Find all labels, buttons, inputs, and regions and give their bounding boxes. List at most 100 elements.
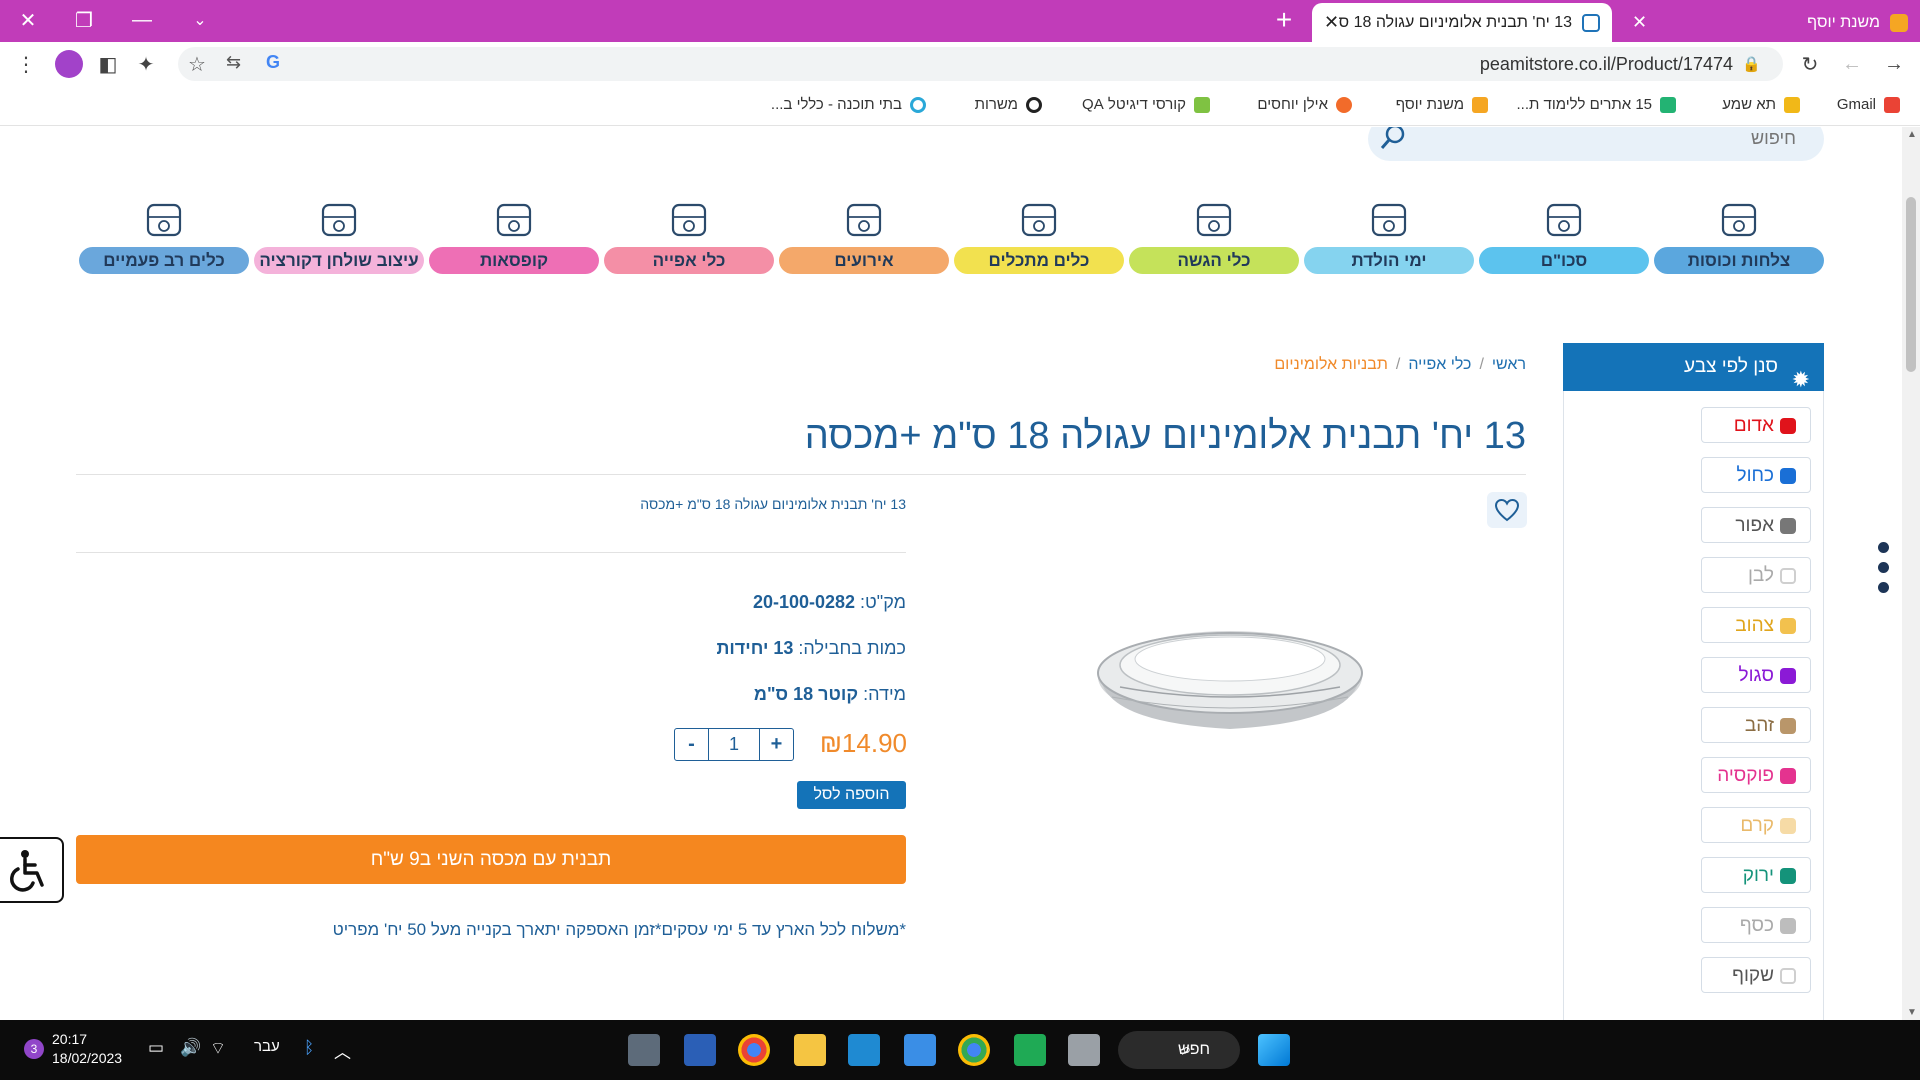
category-label[interactable]: עיצוב שולחן דקורציה: [254, 247, 424, 274]
new-tab-button[interactable]: +: [1266, 6, 1302, 36]
restore-window-icon[interactable]: ❐: [64, 6, 104, 34]
category-cupcake[interactable]: כלי אפייה: [604, 197, 774, 274]
tray-chevron-icon[interactable]: ︿: [334, 1038, 351, 1063]
mail-icon[interactable]: [904, 1034, 936, 1066]
minimize-window-icon[interactable]: —: [122, 6, 162, 34]
category-label[interactable]: כלי הגשה: [1129, 247, 1299, 274]
bluetooth-icon[interactable]: ᛒ: [304, 1038, 314, 1058]
reload-icon[interactable]: ↻: [1796, 50, 1824, 78]
language-indicator[interactable]: עבר: [254, 1038, 280, 1055]
breadcrumb-home[interactable]: ראשי: [1492, 356, 1526, 373]
category-boxes[interactable]: קופסאות: [429, 197, 599, 274]
category-leaves[interactable]: כלים מתכלים: [954, 197, 1124, 274]
site-search[interactable]: [1368, 127, 1824, 161]
category-label[interactable]: כלים מתכלים: [954, 247, 1124, 274]
color-filter-item[interactable]: צהוב: [1701, 607, 1811, 643]
side-panel-icon[interactable]: ◧: [94, 50, 122, 78]
chat-icon[interactable]: [1014, 1034, 1046, 1066]
chrome-profile-icon[interactable]: [958, 1034, 990, 1066]
promo-banner[interactable]: תבנית עם מכסה השני ב9 ש"ח: [76, 835, 906, 884]
category-serving-dome[interactable]: כלי הגשה: [1129, 197, 1299, 274]
wishlist-button[interactable]: [1487, 492, 1527, 528]
bookmark-software-houses[interactable]: בתי תוכנה - כללי ב...: [771, 96, 926, 113]
category-containers[interactable]: כלים רב פעמיים: [79, 197, 249, 274]
clock[interactable]: 20:17 18/02/2023: [52, 1030, 122, 1068]
scroll-down-icon[interactable]: ▼: [1907, 1007, 1917, 1018]
category-label[interactable]: כלי אפייה: [604, 247, 774, 274]
forward-icon[interactable]: ←: [1838, 50, 1866, 78]
tab-inactive[interactable]: משנת יוסף ✕: [1620, 3, 1920, 42]
category-balloons[interactable]: ימי הולדת: [1304, 197, 1474, 274]
url-text[interactable]: peamitstore.co.il/Product/17474: [1480, 54, 1733, 75]
menu-kebab-icon[interactable]: ⋮: [12, 50, 40, 78]
quantity-increase-button[interactable]: +: [760, 729, 793, 760]
google-icon[interactable]: G: [266, 52, 280, 73]
address-bar[interactable]: peamitstore.co.il/Product/17474 🔒 ☆ ⇆ G: [178, 47, 1783, 81]
category-label[interactable]: קופסאות: [429, 247, 599, 274]
color-filter-item[interactable]: לבן: [1701, 557, 1811, 593]
color-filter-item[interactable]: כסף: [1701, 907, 1811, 943]
category-cup-plate[interactable]: צלחות וכוסות: [1654, 197, 1824, 274]
color-filter-item[interactable]: שקוף: [1701, 957, 1811, 993]
vscode-icon[interactable]: [848, 1034, 880, 1066]
page-content: צלחות וכוסותסכו"םימי הולדתכלי הגשהכלים מ…: [0, 127, 1902, 1020]
category-label[interactable]: צלחות וכוסות: [1654, 247, 1824, 274]
lock-icon[interactable]: 🔒: [1742, 55, 1761, 73]
scrollbar-thumb[interactable]: [1906, 197, 1916, 372]
category-tablecloth[interactable]: עיצוב שולחן דקורציה: [254, 197, 424, 274]
profile-avatar[interactable]: [55, 50, 83, 78]
bookmark-qa-courses[interactable]: קורסי דיגיטל QA: [1082, 96, 1210, 113]
add-to-cart-button[interactable]: הוספה לסל: [797, 781, 906, 809]
task-view-icon[interactable]: [1068, 1034, 1100, 1066]
color-filter-item[interactable]: פוקסיה: [1701, 757, 1811, 793]
back-icon[interactable]: →: [1880, 50, 1908, 78]
breadcrumb-category[interactable]: כלי אפייה: [1408, 356, 1471, 373]
search-icon[interactable]: [1378, 127, 1410, 153]
battery-icon[interactable]: ▭: [148, 1038, 164, 1058]
word-icon[interactable]: [684, 1034, 716, 1066]
extensions-icon[interactable]: ✦: [132, 50, 160, 78]
breadcrumb-current[interactable]: תבניות אלומיניום: [1274, 356, 1388, 373]
accessibility-button[interactable]: [0, 837, 64, 903]
color-filter-item[interactable]: ירוק: [1701, 857, 1811, 893]
volume-icon[interactable]: 🔊: [180, 1038, 201, 1058]
category-label[interactable]: אירועים: [779, 247, 949, 274]
close-tab-icon[interactable]: ✕: [1324, 12, 1339, 33]
start-windows-icon[interactable]: [1258, 1034, 1290, 1066]
close-window-icon[interactable]: ✕: [8, 6, 48, 34]
bookmark-gmail[interactable]: Gmail: [1837, 96, 1900, 113]
bookmark-ta-shema[interactable]: תא שמע: [1722, 96, 1800, 113]
page-scrollbar[interactable]: ▲ ▼: [1902, 127, 1920, 1020]
color-filter-item[interactable]: אדום: [1701, 407, 1811, 443]
file-explorer-icon[interactable]: [794, 1034, 826, 1066]
category-label[interactable]: סכו"ם: [1479, 247, 1649, 274]
tab-search-icon[interactable]: ⌄: [180, 6, 220, 34]
calculator-icon[interactable]: [628, 1034, 660, 1066]
notification-badge[interactable]: 3: [24, 1039, 44, 1059]
bookmark-15-sites[interactable]: 15 אתרים ללימוד ת...: [1517, 96, 1676, 113]
color-filter-item[interactable]: כחול: [1701, 457, 1811, 493]
tab-active[interactable]: 13 יח' תבנית אלומיניום עגולה 18 ס ✕: [1312, 3, 1612, 42]
search-input[interactable]: [1416, 127, 1796, 151]
chrome-icon[interactable]: [738, 1034, 770, 1066]
category-label[interactable]: כלים רב פעמיים: [79, 247, 249, 274]
color-filter-item[interactable]: סגול: [1701, 657, 1811, 693]
close-tab-icon[interactable]: ✕: [1632, 12, 1647, 33]
quantity-input[interactable]: 1: [708, 729, 760, 760]
side-dots-menu[interactable]: [1878, 542, 1892, 602]
bookmark-mishnat-yosef[interactable]: משנת יוסף: [1396, 96, 1488, 113]
color-filter-item[interactable]: אפור: [1701, 507, 1811, 543]
wifi-icon[interactable]: ⌔: [210, 1038, 226, 1059]
category-cutlery[interactable]: סכו"ם: [1479, 197, 1649, 274]
color-filter-item[interactable]: זהב: [1701, 707, 1811, 743]
category-label[interactable]: ימי הולדת: [1304, 247, 1474, 274]
bookmark-ilan-yochasim[interactable]: אילן יוחסים: [1257, 96, 1352, 113]
category-wine-glasses[interactable]: אירועים: [779, 197, 949, 274]
scroll-up-icon[interactable]: ▲: [1907, 129, 1917, 140]
color-filter-item[interactable]: קרם: [1701, 807, 1811, 843]
quantity-decrease-button[interactable]: -: [675, 729, 708, 760]
share-icon[interactable]: ⇆: [226, 52, 241, 73]
bookmark-star-icon[interactable]: ☆: [188, 52, 206, 77]
taskbar-search[interactable]: חפש ⌕: [1118, 1031, 1240, 1069]
bookmark-jobs[interactable]: משרות: [975, 96, 1042, 113]
